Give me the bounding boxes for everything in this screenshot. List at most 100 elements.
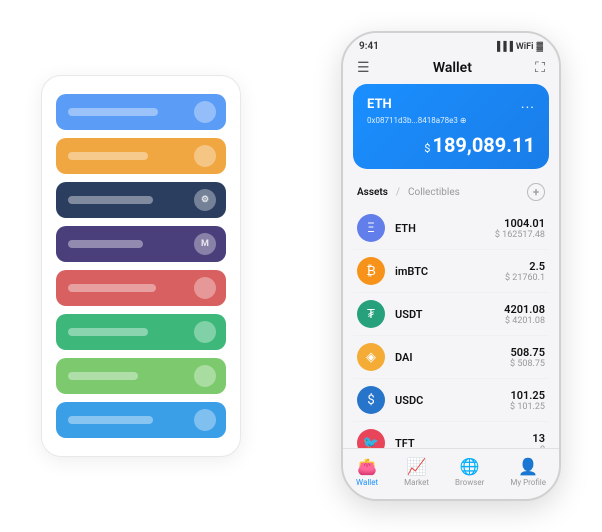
- card-item-text: [68, 108, 158, 116]
- nav-label-my-profile: My Profile: [510, 478, 546, 487]
- eth-balance-amount: 189,089.11: [432, 133, 535, 157]
- list-item[interactable]: $ USDC 101.25$ 101.25: [353, 379, 549, 422]
- card-item[interactable]: [56, 94, 226, 130]
- tab-divider: /: [396, 187, 400, 198]
- card-item-icon: [194, 321, 216, 343]
- menu-icon[interactable]: ☰: [357, 60, 370, 76]
- status-icons: ▐▐▐ WiFi ▓: [494, 41, 543, 52]
- asset-amount-usd: $ 4201.08: [504, 316, 545, 326]
- card-item-icon: [194, 409, 216, 431]
- list-item[interactable]: ◈ DAI 508.75$ 508.75: [353, 336, 549, 379]
- card-item-text: [68, 196, 153, 204]
- asset-name: ETH: [395, 222, 485, 235]
- card-item[interactable]: [56, 314, 226, 350]
- asset-icon: 🐦: [357, 429, 385, 448]
- card-item-text: [68, 240, 143, 248]
- nav-icon-browser: 🌐: [460, 457, 480, 476]
- status-time: 9:41: [359, 41, 379, 52]
- nav-item-market[interactable]: 📈 Market: [404, 457, 429, 487]
- wifi-icon: WiFi: [516, 42, 534, 52]
- tab-assets[interactable]: Assets: [357, 187, 388, 198]
- phone-mockup: 9:41 ▐▐▐ WiFi ▓ ☰ Wallet ⛶ ETH ... 0x087…: [341, 31, 561, 501]
- nav-label-market: Market: [404, 478, 429, 487]
- card-item[interactable]: [56, 138, 226, 174]
- nav-label-wallet: Wallet: [356, 478, 378, 487]
- eth-card-more-button[interactable]: ...: [521, 96, 535, 112]
- asset-amount-main: 13: [532, 432, 545, 445]
- nav-icon-my-profile: 👤: [518, 457, 538, 476]
- asset-amounts: 508.75$ 508.75: [510, 346, 545, 369]
- asset-amount-main: 101.25: [510, 389, 545, 402]
- card-item[interactable]: [56, 270, 226, 306]
- nav-item-my-profile[interactable]: 👤 My Profile: [510, 457, 546, 487]
- asset-amount-main: 1004.01: [495, 217, 545, 230]
- asset-list: Ξ ETH 1004.01$ 162517.48 ₿ imBTC 2.5$ 21760.1…: [343, 207, 559, 448]
- card-item-icon: [194, 277, 216, 299]
- asset-icon: ◈: [357, 343, 385, 371]
- card-item-text: [68, 284, 156, 292]
- card-stack: ⚙M: [41, 75, 241, 457]
- card-item[interactable]: M: [56, 226, 226, 262]
- asset-name: USDT: [395, 308, 494, 321]
- scan-icon[interactable]: ⛶: [535, 60, 545, 76]
- add-asset-button[interactable]: +: [527, 183, 545, 201]
- status-bar: 9:41 ▐▐▐ WiFi ▓: [343, 33, 559, 56]
- asset-amount-usd: $ 162517.48: [495, 230, 545, 240]
- scene: ⚙M 9:41 ▐▐▐ WiFi ▓ ☰ Wallet ⛶ ETH ... 0x…: [11, 16, 591, 516]
- asset-amount-usd: $ 508.75: [510, 359, 545, 369]
- asset-name: TFT: [395, 437, 522, 449]
- eth-balance-currency: $: [424, 142, 430, 155]
- card-item[interactable]: [56, 358, 226, 394]
- list-item[interactable]: 🐦 TFT 130: [353, 422, 549, 448]
- asset-icon: $: [357, 386, 385, 414]
- asset-amounts: 2.5$ 21760.1: [505, 260, 545, 283]
- card-item[interactable]: ⚙: [56, 182, 226, 218]
- bottom-nav: 👛 Wallet 📈 Market 🌐 Browser 👤 My Profile: [343, 448, 559, 499]
- asset-amount-main: 2.5: [505, 260, 545, 273]
- asset-amount-main: 4201.08: [504, 303, 545, 316]
- card-item-icon: [194, 145, 216, 167]
- eth-card-balance: $189,089.11: [367, 133, 535, 157]
- asset-amounts: 1004.01$ 162517.48: [495, 217, 545, 240]
- asset-name: DAI: [395, 351, 500, 364]
- nav-icon-market: 📈: [407, 457, 427, 476]
- card-item-text: [68, 372, 138, 380]
- eth-card-header: ETH ...: [367, 96, 535, 112]
- asset-amount-main: 508.75: [510, 346, 545, 359]
- card-item-icon: ⚙: [194, 189, 216, 211]
- nav-icon-wallet: 👛: [357, 457, 377, 476]
- list-item[interactable]: Ξ ETH 1004.01$ 162517.48: [353, 207, 549, 250]
- eth-card-title: ETH: [367, 97, 392, 112]
- nav-item-wallet[interactable]: 👛 Wallet: [356, 457, 378, 487]
- asset-icon: Ξ: [357, 214, 385, 242]
- card-item-text: [68, 152, 148, 160]
- signal-icon: ▐▐▐: [494, 41, 513, 52]
- list-item[interactable]: ₿ imBTC 2.5$ 21760.1: [353, 250, 549, 293]
- assets-tabs: Assets / Collectibles: [357, 187, 460, 198]
- tab-collectibles[interactable]: Collectibles: [408, 187, 460, 198]
- asset-amounts: 4201.08$ 4201.08: [504, 303, 545, 326]
- card-item-icon: M: [194, 233, 216, 255]
- battery-icon: ▓: [536, 41, 543, 52]
- asset-amount-usd: $ 21760.1: [505, 273, 545, 283]
- asset-amounts: 130: [532, 432, 545, 449]
- asset-amount-usd: $ 101.25: [510, 402, 545, 412]
- nav-label-browser: Browser: [455, 478, 484, 487]
- asset-icon: ₮: [357, 300, 385, 328]
- card-item-text: [68, 328, 148, 336]
- asset-name: imBTC: [395, 265, 495, 278]
- asset-icon: ₿: [357, 257, 385, 285]
- card-item-icon: [194, 365, 216, 387]
- card-item[interactable]: [56, 402, 226, 438]
- nav-item-browser[interactable]: 🌐 Browser: [455, 457, 484, 487]
- page-title: Wallet: [433, 60, 472, 76]
- phone-header: ☰ Wallet ⛶: [343, 56, 559, 84]
- eth-card[interactable]: ETH ... 0x08711d3b...8418a78e3 ⊕ $189,08…: [353, 84, 549, 169]
- eth-card-address: 0x08711d3b...8418a78e3 ⊕: [367, 116, 535, 125]
- asset-name: USDC: [395, 394, 500, 407]
- assets-header: Assets / Collectibles +: [343, 179, 559, 207]
- list-item[interactable]: ₮ USDT 4201.08$ 4201.08: [353, 293, 549, 336]
- card-item-icon: [194, 101, 216, 123]
- asset-amounts: 101.25$ 101.25: [510, 389, 545, 412]
- card-item-text: [68, 416, 153, 424]
